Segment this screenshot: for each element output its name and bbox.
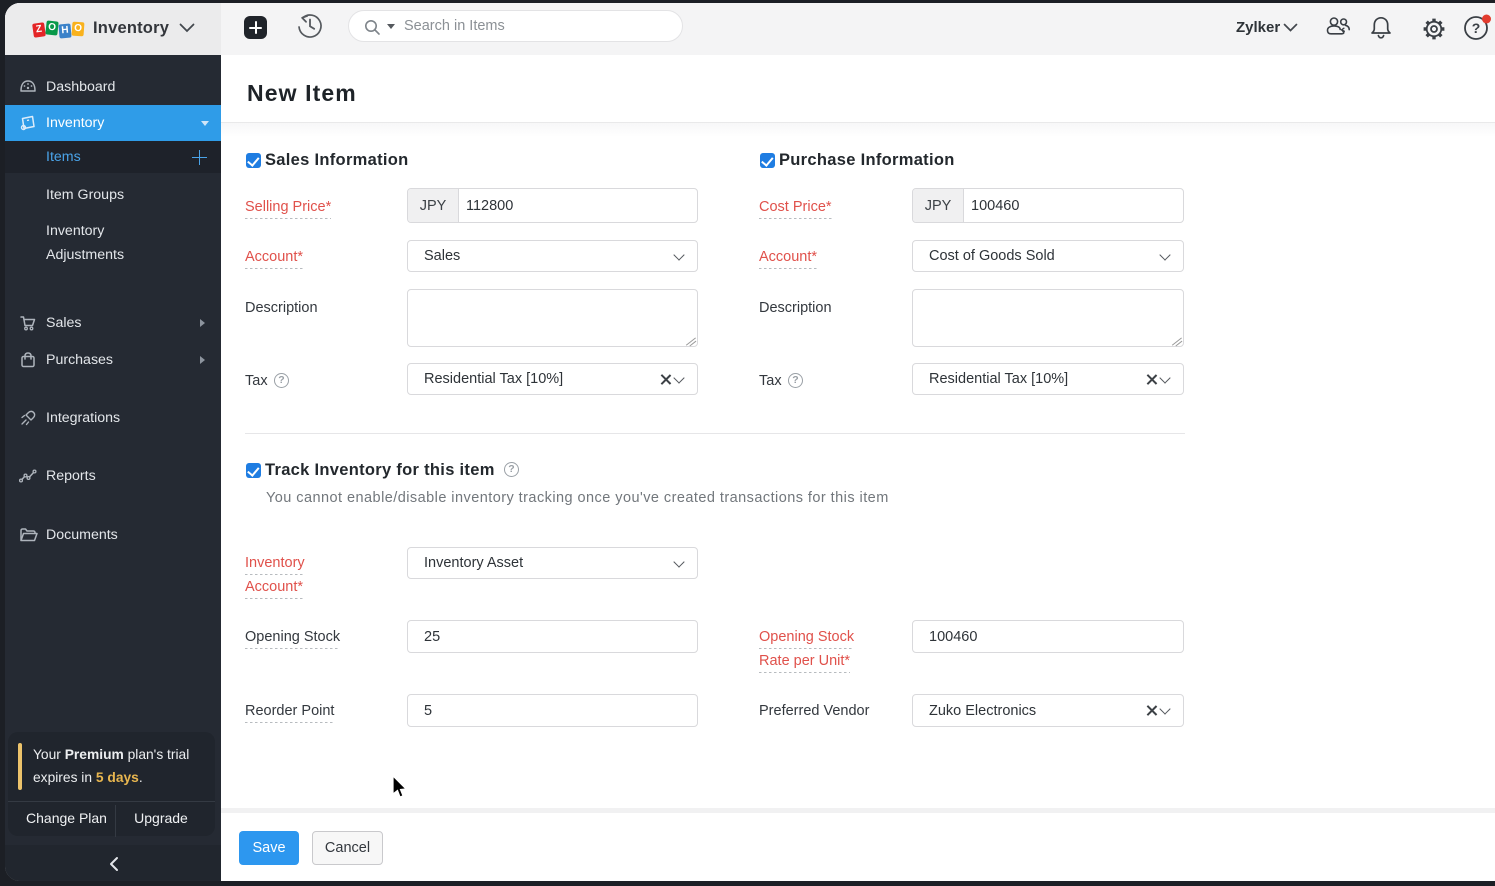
- svg-text:?: ?: [1472, 20, 1481, 36]
